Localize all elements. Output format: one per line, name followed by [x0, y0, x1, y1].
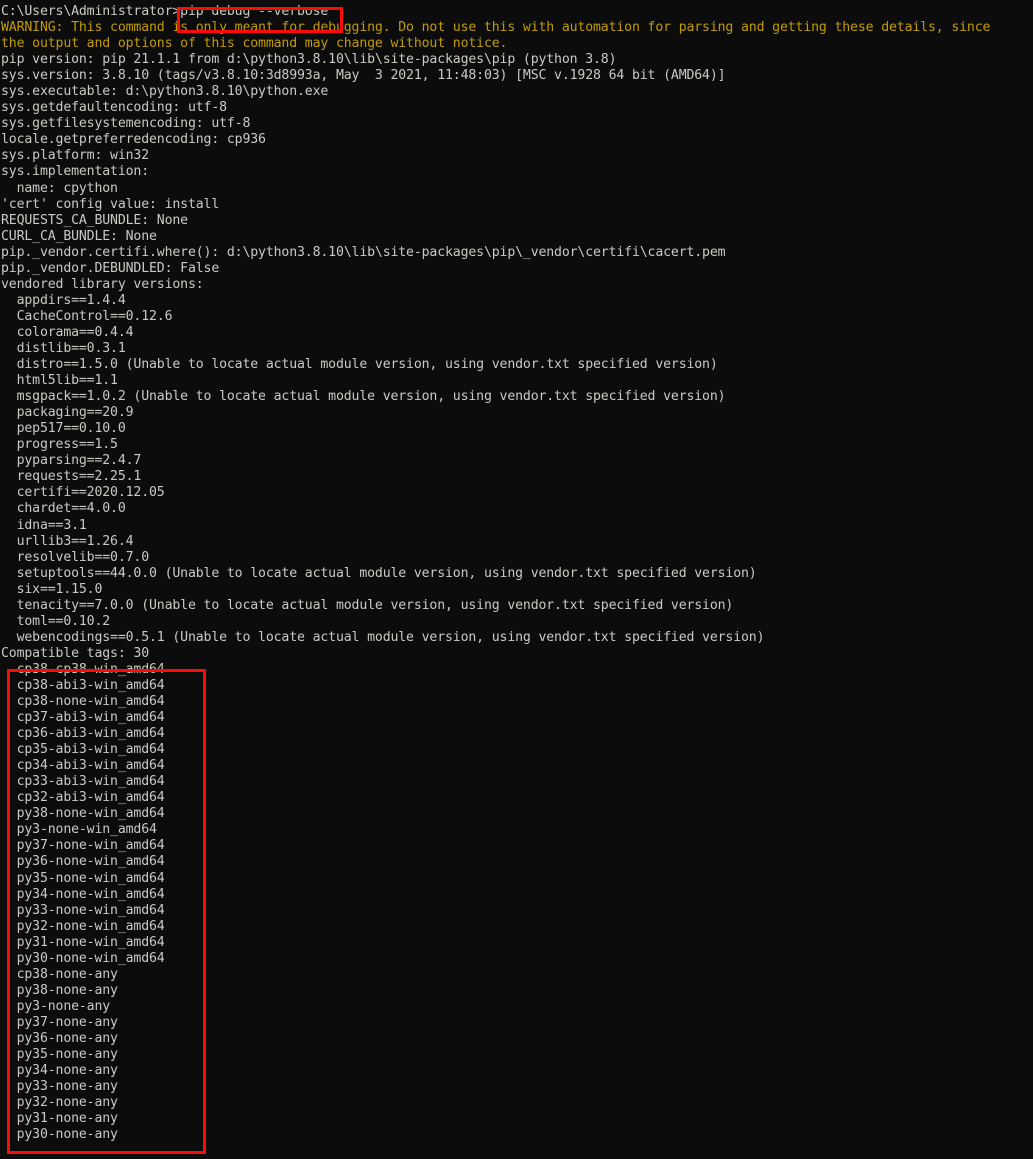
terminal-line: py34-none-win_amd64 [1, 886, 165, 902]
terminal-line: webencodings==0.5.1 (Unable to locate ac… [1, 629, 765, 645]
terminal-line: 'cert' config value: install [1, 196, 220, 212]
terminal-line: appdirs==1.4.4 [1, 292, 126, 308]
terminal-line: colorama==0.4.4 [1, 324, 134, 340]
terminal-line: sys.version: 3.8.10 (tags/v3.8.10:3d8993… [1, 68, 726, 84]
terminal-line: cp37-abi3-win_amd64 [1, 710, 165, 726]
terminal-line: pip version: pip 21.1.1 from d:\python3.… [1, 52, 617, 68]
terminal-line: tenacity==7.0.0 (Unable to locate actual… [1, 597, 734, 613]
terminal-line: locale.getpreferredencoding: cp936 [1, 132, 266, 148]
terminal-line: distro==1.5.0 (Unable to locate actual m… [1, 357, 718, 373]
terminal-line: sys.platform: win32 [1, 148, 150, 164]
terminal-line: sys.getdefaultencoding: utf-8 [1, 100, 227, 116]
terminal-line: CURL_CA_BUNDLE: None [1, 228, 157, 244]
terminal-line: py31-none-any [1, 1111, 118, 1127]
terminal-line: py33-none-any [1, 1079, 118, 1095]
terminal-line: cp33-abi3-win_amd64 [1, 774, 165, 790]
terminal-line: six==1.15.0 [1, 581, 103, 597]
terminal-line: sys.getfilesystemencoding: utf-8 [1, 116, 251, 132]
terminal-line: resolvelib==0.7.0 [1, 549, 150, 565]
terminal-line: py38-none-any [1, 982, 118, 998]
terminal-line: py36-none-any [1, 1031, 118, 1046]
terminal-line: toml==0.10.2 [1, 613, 111, 629]
terminal-line: idna==3.1 [1, 517, 87, 533]
terminal-line: msgpack==1.0.2 (Unable to locate actual … [1, 389, 726, 405]
terminal-line: html5lib==1.1 [1, 373, 118, 389]
terminal-line: REQUESTS_CA_BUNDLE: None [1, 212, 188, 228]
terminal-line: pep517==0.10.0 [1, 421, 126, 437]
terminal-line: C:\Users\Administrator>pip debug --verbo… [1, 4, 329, 19]
terminal-line: setuptools==44.0.0 (Unable to locate act… [1, 565, 757, 581]
terminal-line: pip._vendor.DEBUNDLED: False [1, 260, 220, 276]
terminal-line: cp38-none-win_amd64 [1, 694, 165, 710]
terminal-line: requests==2.25.1 [1, 469, 142, 485]
terminal-line: the output and options of this command m… [1, 36, 508, 52]
terminal-line: WARNING: This command is only meant for … [1, 20, 991, 36]
terminal-output-area[interactable]: C:\Users\Administrator>pip debug --verbo… [0, 0, 1033, 1159]
terminal-line: py35-none-any [1, 1047, 118, 1063]
terminal-line: pyparsing==2.4.7 [1, 453, 142, 469]
terminal-line: certifi==2020.12.05 [1, 485, 165, 501]
terminal-line: py36-none-win_amd64 [1, 854, 165, 870]
terminal-line: cp35-abi3-win_amd64 [1, 742, 165, 758]
terminal-line: sys.executable: d:\python3.8.10\python.e… [1, 84, 329, 100]
terminal-line: py34-none-any [1, 1063, 118, 1079]
terminal-line: vendored library versions: [1, 276, 204, 292]
terminal-line: cp36-abi3-win_amd64 [1, 726, 165, 742]
terminal-line: cp38-abi3-win_amd64 [1, 677, 165, 693]
terminal-line: py32-none-win_amd64 [1, 918, 165, 934]
terminal-line: cp32-abi3-win_amd64 [1, 790, 165, 806]
terminal-line: py37-none-any [1, 1014, 118, 1030]
terminal-line: pip._vendor.certifi.where(): d:\python3.… [1, 244, 726, 260]
terminal-line: py33-none-win_amd64 [1, 902, 165, 918]
terminal-line: name: cpython [1, 180, 118, 196]
terminal-line: py31-none-win_amd64 [1, 934, 165, 950]
terminal-line: chardet==4.0.0 [1, 501, 126, 517]
terminal-line: progress==1.5 [1, 437, 118, 453]
terminal-line: cp38-cp38-win_amd64 [1, 661, 165, 677]
terminal-line: packaging==20.9 [1, 405, 134, 421]
terminal-line: py30-none-any [1, 1127, 118, 1143]
terminal-line: distlib==0.3.1 [1, 340, 126, 356]
terminal-line: py30-none-win_amd64 [1, 950, 165, 966]
terminal-line: Compatible tags: 30 [1, 645, 150, 661]
terminal-line: CacheControl==0.12.6 [1, 308, 173, 324]
terminal-line: sys.implementation: [1, 164, 150, 180]
terminal-line: py32-none-any [1, 1095, 118, 1111]
terminal-line: cp38-none-any [1, 966, 118, 982]
terminal-line: py37-none-win_amd64 [1, 838, 165, 854]
terminal-line: cp34-abi3-win_amd64 [1, 758, 165, 774]
terminal-line: py3-none-win_amd64 [1, 822, 157, 838]
terminal-line: py35-none-win_amd64 [1, 870, 165, 886]
terminal-line: py38-none-win_amd64 [1, 806, 165, 822]
terminal-line: py3-none-any [1, 998, 111, 1014]
terminal-line: urllib3==1.26.4 [1, 533, 134, 549]
